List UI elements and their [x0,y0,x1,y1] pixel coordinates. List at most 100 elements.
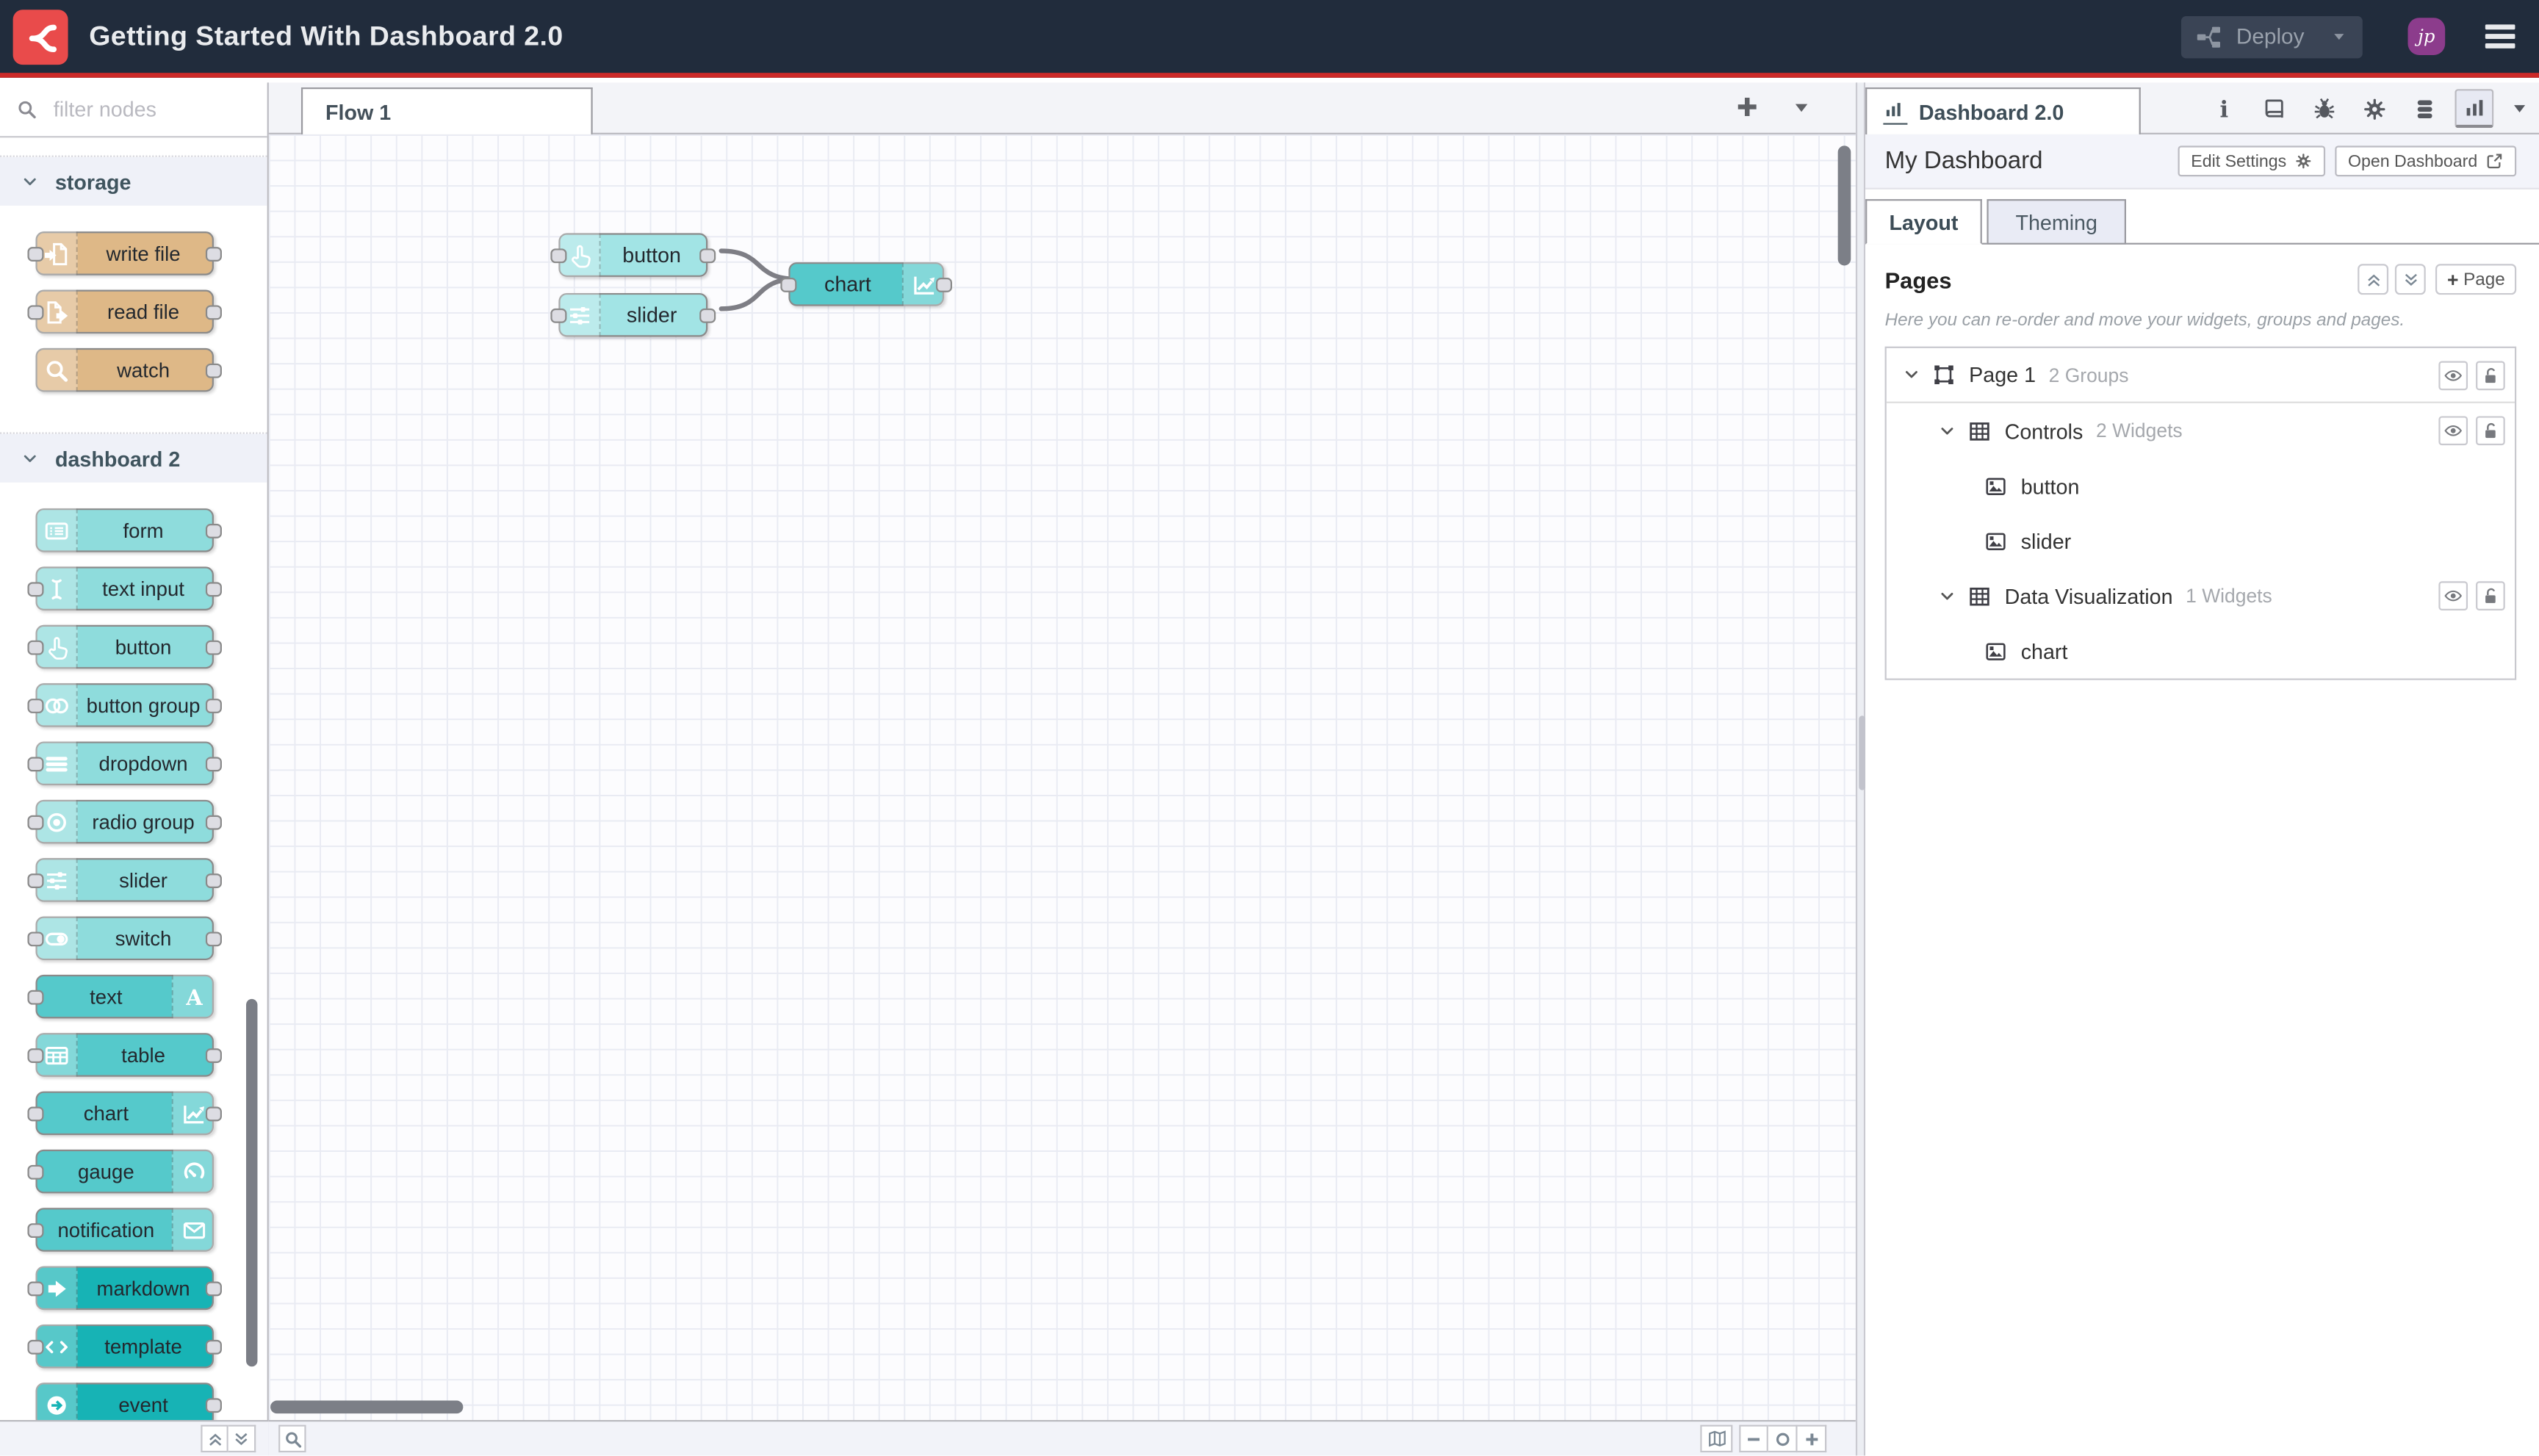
canvas-v-scrollbar[interactable] [1837,145,1851,266]
output-port[interactable] [205,1397,222,1412]
node-notification[interactable]: notification [27,1208,214,1252]
node-slider[interactable]: slider [27,858,222,902]
input-port[interactable] [27,1106,44,1121]
deploy-caret-icon[interactable] [2330,27,2348,45]
node-chart[interactable]: chart [27,1091,222,1136]
tree-row-slider[interactable]: slider [1887,513,2515,569]
output-port[interactable] [205,814,222,829]
output-port[interactable] [205,756,222,771]
input-port[interactable] [27,931,44,946]
tree-row-button[interactable]: button [1887,458,2515,513]
node-switch[interactable]: switch [27,916,222,961]
zoom-reset-button[interactable] [1768,1424,1798,1453]
input-port[interactable] [27,1164,44,1179]
node-event[interactable]: event [35,1383,222,1420]
output-port[interactable] [699,248,716,263]
node-table[interactable]: table [27,1033,222,1077]
node-form[interactable]: form [35,508,222,552]
node-radio-group[interactable]: radio group [27,799,222,844]
category-header[interactable]: dashboard 2 [0,433,267,483]
flow-list-button[interactable] [1791,97,1814,120]
node-gauge[interactable]: gauge [27,1149,214,1194]
expand-all-button[interactable] [2395,264,2427,295]
input-port[interactable] [27,1222,44,1237]
input-port[interactable] [27,989,44,1004]
visibility-button[interactable] [2438,581,2468,610]
expand-categories-button[interactable] [228,1424,256,1453]
node-button-group[interactable]: button group [27,683,222,727]
node-text[interactable]: Atext [27,974,214,1019]
sidebar-tool-dashboard[interactable] [2455,89,2494,129]
output-port[interactable] [205,1280,222,1296]
sidebar-tool-context[interactable] [2405,89,2443,128]
splitter-handle[interactable] [1858,716,1865,790]
tree-row-Data-Visualization[interactable]: Data Visualization 1 Widgets [1887,569,2515,624]
canvas-h-scrollbar[interactable] [270,1400,464,1414]
tab-layout[interactable]: Layout [1865,199,1982,245]
flow-canvas[interactable]: button slider chart [268,134,1856,1420]
input-port[interactable] [27,1280,44,1296]
visibility-button[interactable] [2438,416,2468,446]
filter-nodes-input[interactable] [50,95,251,123]
add-flow-button[interactable] [1732,93,1765,125]
edit-settings-button[interactable]: Edit Settings [2178,145,2326,177]
palette-search[interactable] [0,82,267,138]
sidebar-menu-caret[interactable] [2510,98,2529,118]
node-button[interactable]: button [550,233,716,277]
output-port[interactable] [699,307,716,322]
zoom-out-button[interactable] [1739,1424,1768,1453]
sidebar-tool-debug[interactable] [2304,89,2343,128]
output-port[interactable] [205,639,222,655]
output-port[interactable] [935,276,953,292]
sidebar-splitter[interactable] [1855,82,1866,1456]
node-write-file[interactable]: write file [27,231,222,275]
output-port[interactable] [205,931,222,946]
node-text-input[interactable]: text input [27,566,222,610]
tab-dashboard-2[interactable]: Dashboard 2.0 [1865,87,2141,134]
lock-button[interactable] [2476,360,2505,390]
input-port[interactable] [27,697,44,713]
collapse-categories-button[interactable] [201,1424,228,1453]
tab-theming[interactable]: Theming [1987,199,2126,245]
node-watch[interactable]: watch [35,347,222,392]
category-header[interactable]: storage [0,156,267,206]
node-dropdown[interactable]: dropdown [27,741,222,785]
output-port[interactable] [205,522,222,538]
input-port[interactable] [550,307,567,322]
main-menu-icon[interactable] [2484,23,2516,50]
navigator-button[interactable] [1700,1424,1733,1453]
tree-row-Page-1[interactable]: Page 1 2 Groups [1886,348,2515,403]
palette-scrollbar[interactable] [246,998,258,1367]
output-port[interactable] [205,362,222,378]
node-markdown[interactable]: markdown [27,1266,222,1311]
collapse-all-button[interactable] [2358,264,2389,295]
input-port[interactable] [27,581,44,597]
output-port[interactable] [205,1338,222,1354]
output-port[interactable] [205,304,222,320]
tab-flow-1[interactable]: Flow 1 [300,87,593,134]
output-port[interactable] [205,1048,222,1062]
tree-row-chart[interactable]: chart [1887,624,2515,679]
open-dashboard-button[interactable]: Open Dashboard [2335,145,2517,177]
node-template[interactable]: template [27,1324,222,1369]
lock-button[interactable] [2476,581,2505,610]
tree-row-Controls[interactable]: Controls 2 Widgets [1887,403,2515,458]
user-avatar[interactable]: jp [2407,18,2446,55]
input-port[interactable] [27,814,44,829]
input-port[interactable] [27,873,44,887]
sidebar-tool-help[interactable] [2254,89,2293,128]
input-port[interactable] [27,1048,44,1062]
output-port[interactable] [205,1106,222,1121]
node-read-file[interactable]: read file [27,289,222,334]
input-port[interactable] [27,1338,44,1354]
output-port[interactable] [205,246,222,261]
node-button[interactable]: button [27,624,222,669]
output-port[interactable] [205,873,222,887]
input-port[interactable] [27,304,44,320]
canvas-search-button[interactable] [278,1424,306,1453]
node-chart[interactable]: chart [780,262,953,306]
input-port[interactable] [27,756,44,771]
lock-button[interactable] [2476,416,2505,446]
sidebar-tool-config[interactable] [2355,89,2394,128]
input-port[interactable] [27,246,44,261]
